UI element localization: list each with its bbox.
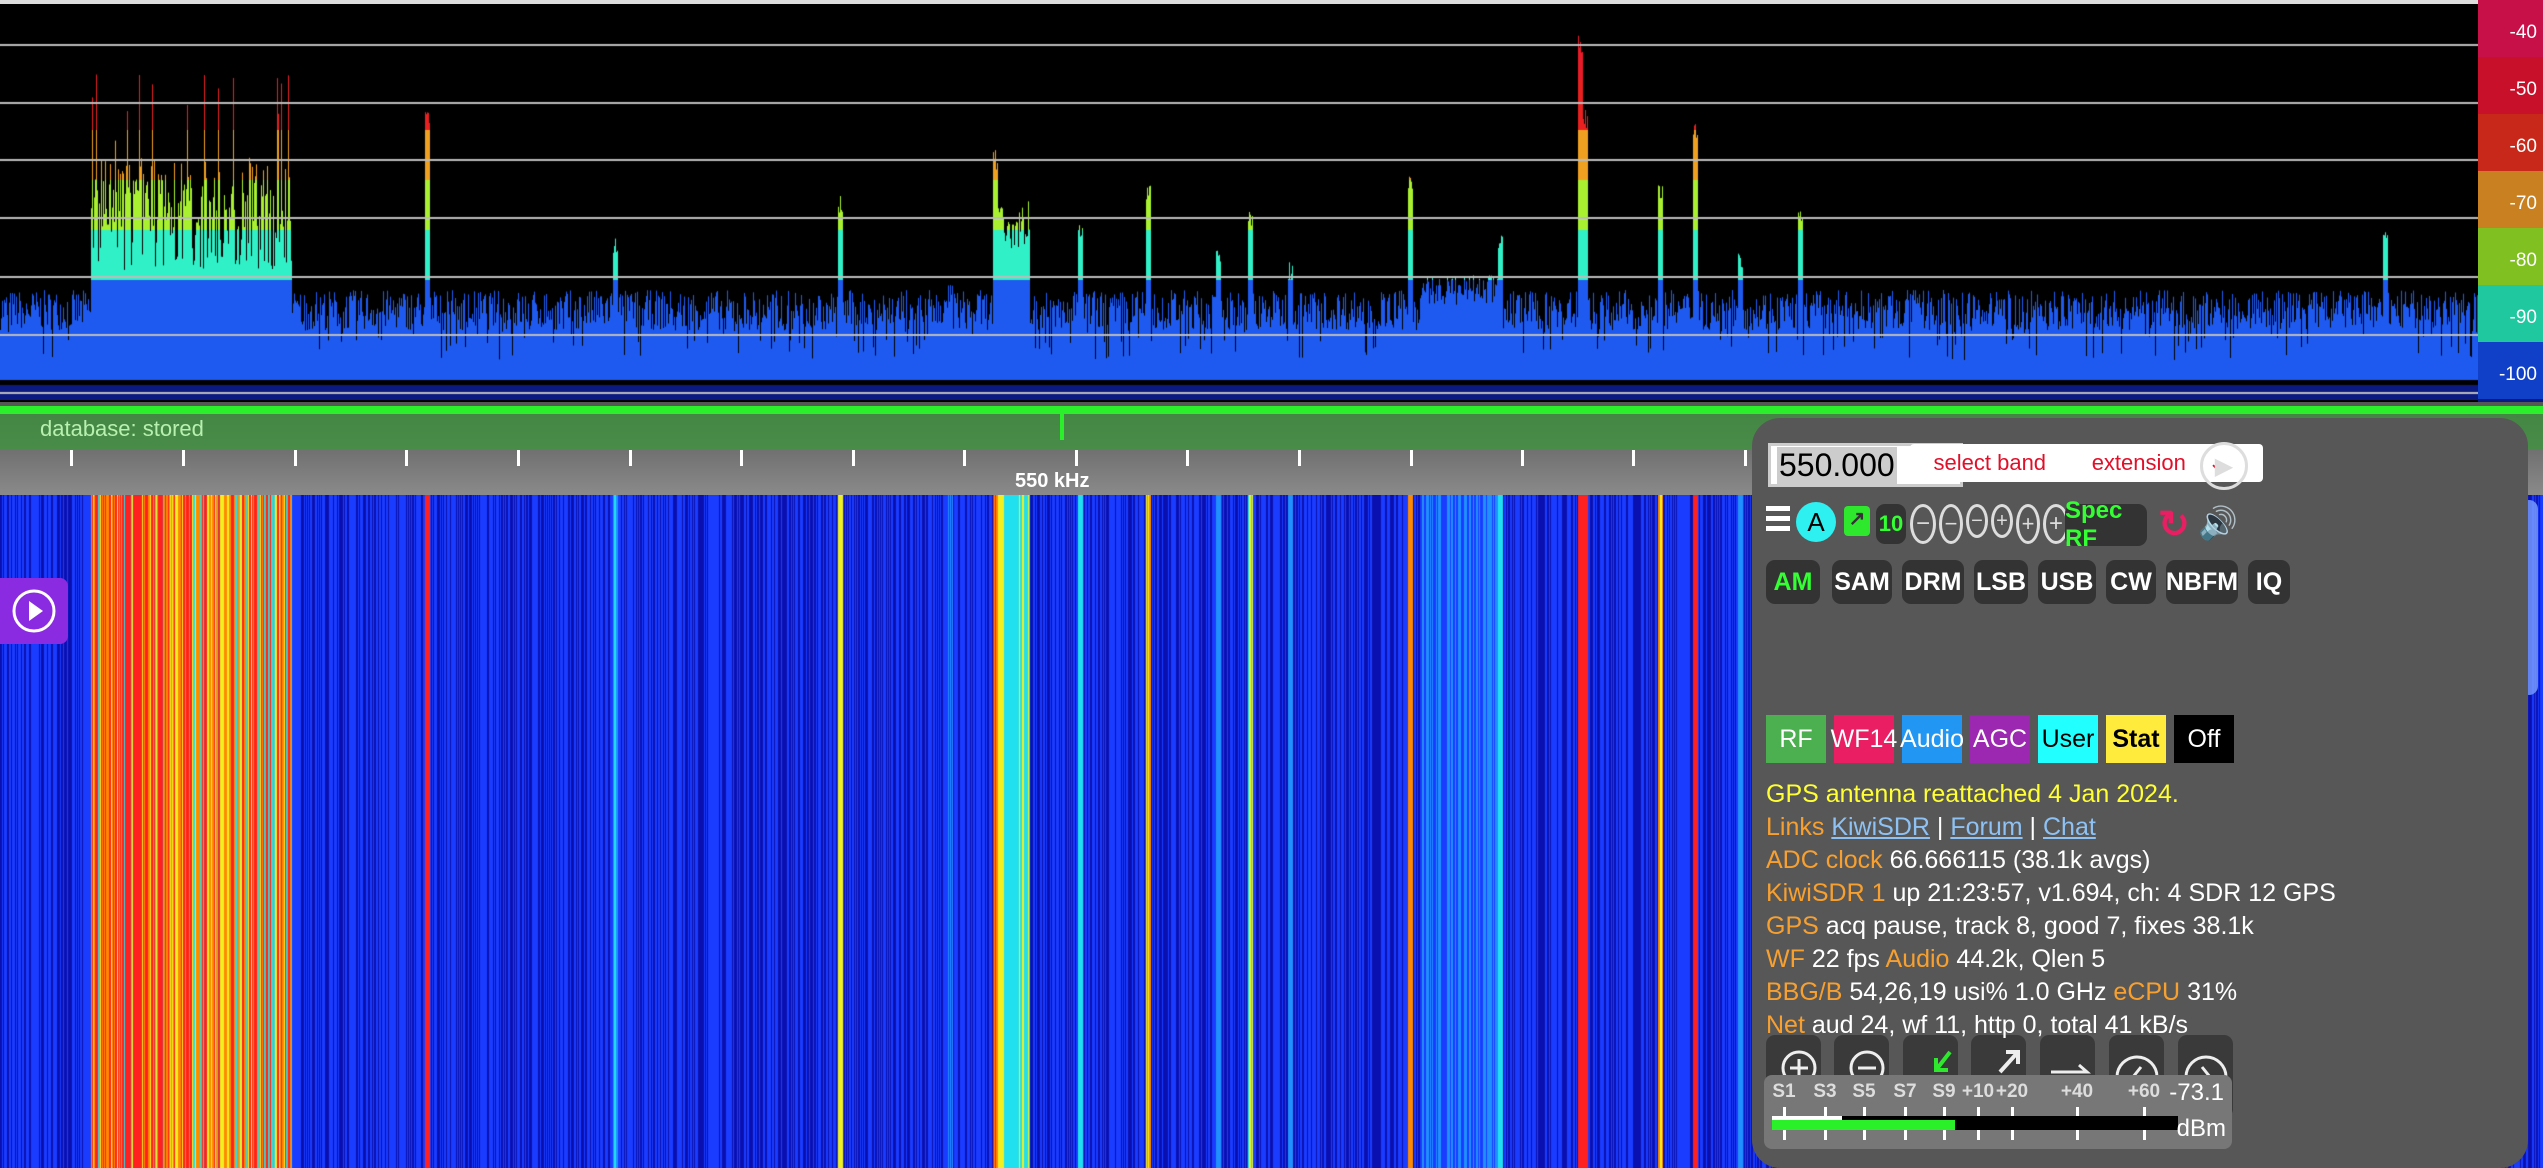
s-meter-label: S5 — [1852, 1081, 1876, 1102]
db-colorbar: -40-50-60-70-80-90-100-110 — [2478, 0, 2543, 456]
s-meter-label: +10 — [1961, 1081, 1995, 1102]
separator: | — [2029, 813, 2037, 841]
wf-value: 22 fps — [1811, 945, 1880, 973]
speaker-icon[interactable]: 🔊 — [2198, 504, 2238, 542]
scale-tick — [1075, 450, 1078, 466]
band-bar[interactable] — [0, 406, 2543, 414]
ecpu-value: 31% — [2187, 978, 2238, 1006]
scale-tick — [294, 450, 297, 466]
zoom-out-max-icon[interactable]: − — [1910, 504, 1936, 544]
mode-iq-button[interactable]: IQ — [2248, 560, 2290, 604]
s-meter-label: S7 — [1893, 1081, 1917, 1102]
tab-stat[interactable]: Stat — [2106, 715, 2166, 763]
tab-rf[interactable]: RF — [1766, 715, 1826, 763]
play-button[interactable]: ▶ — [2200, 442, 2248, 490]
audio-value: 44.2k, Qlen 5 — [1956, 945, 2106, 973]
adc-label: ADC clock — [1766, 846, 1883, 874]
gps-value: acq pause, track 8, good 7, fixes 38.1k — [1825, 912, 2254, 940]
tab-wf14[interactable]: WF14 — [1831, 715, 1897, 763]
scale-tick — [405, 450, 408, 466]
scale-tick — [1632, 450, 1635, 466]
mode-sam-button[interactable]: SAM — [1832, 560, 1892, 604]
colorbar-label: -50 — [2509, 79, 2537, 100]
tuning-marker[interactable] — [1060, 414, 1064, 440]
mode-lsb-button[interactable]: LSB — [1974, 560, 2028, 604]
scale-tick — [1186, 450, 1189, 466]
scale-tick — [740, 450, 743, 466]
colorbar-label: -80 — [2509, 250, 2537, 271]
scale-tick — [1410, 450, 1413, 466]
signal-value: -73.1 — [2169, 1079, 2224, 1106]
spectrum-display[interactable] — [0, 0, 2478, 400]
colorbar-label: -70 — [2509, 193, 2537, 214]
colorbar-label: -40 — [2509, 22, 2537, 43]
colorbar-label: -60 — [2509, 136, 2537, 157]
spectrum-top-border — [0, 0, 2478, 4]
waterfall-play-button[interactable] — [0, 578, 68, 644]
play-icon: ▶ — [2214, 452, 2234, 480]
tab-audio[interactable]: Audio — [1900, 715, 1964, 763]
s-meter: S1 S3 S5 S7 S9 +10 +20 +40 +60 -73.1 dBm — [1764, 1075, 2232, 1149]
s-meter-label: +40 — [2060, 1081, 2094, 1102]
zoom-out-icon[interactable]: − — [1939, 504, 1963, 544]
separator: | — [1936, 813, 1944, 841]
center-frequency-label: 550 kHz — [1015, 470, 1090, 492]
scale-tick — [1521, 450, 1524, 466]
kiwi-label: KiwiSDR 1 — [1766, 879, 1886, 907]
s-meter-fill — [1772, 1120, 1955, 1130]
scale-tick — [517, 450, 520, 466]
s-meter-label: S1 — [1772, 1081, 1796, 1102]
kiwi-value: up 21:23:57, v1.694, ch: 4 SDR 12 GPS — [1892, 879, 2336, 907]
ecpu-label: eCPU — [2113, 978, 2181, 1006]
menu-icon[interactable] — [1766, 504, 1790, 532]
colorbar-label: -100 — [2498, 364, 2537, 385]
tab-user[interactable]: User — [2038, 715, 2098, 763]
control-panel: 550.000 select band⌄ extension⌄ ▶ A ↗ 10… — [1752, 418, 2528, 1168]
colorbar-label: -90 — [2509, 307, 2537, 328]
s-meter-label: S3 — [1813, 1081, 1837, 1102]
scale-tick — [70, 450, 73, 466]
signal-unit: dBm — [2176, 1115, 2226, 1142]
s-meter-label: S9 — [1932, 1081, 1956, 1102]
user-avatar[interactable]: A — [1796, 502, 1836, 542]
refresh-icon[interactable]: ↻ — [2158, 502, 2190, 547]
scale-tick — [629, 450, 632, 466]
net-value: aud 24, wf 11, http 0, total 41 kB/s — [1811, 1011, 2189, 1039]
net-label: Net — [1766, 1011, 1805, 1039]
mode-am-button[interactable]: AM — [1766, 560, 1820, 604]
zoom-in-icon[interactable]: + — [2016, 504, 2040, 544]
wf-label: WF — [1766, 945, 1805, 973]
gps-label: GPS — [1766, 912, 1819, 940]
chat-link[interactable]: Chat — [2043, 813, 2096, 841]
s-meter-label: +60 — [2127, 1081, 2161, 1102]
mode-usb-button[interactable]: USB — [2038, 560, 2096, 604]
zoom-level[interactable]: 10 — [1876, 504, 1906, 544]
zoom-step-buttons: − − − + + + — [1910, 504, 2069, 544]
database-status: database: stored — [40, 416, 204, 441]
scale-tick — [182, 450, 185, 466]
adc-value: 66.666115 (38.1k avgs) — [1889, 846, 2151, 874]
mode-nbfm-button[interactable]: NBFM — [2166, 560, 2238, 604]
spec-rf-button[interactable]: Spec RF — [2065, 497, 2147, 552]
tab-agc[interactable]: AGC — [1970, 715, 2030, 763]
links-label: Links — [1766, 813, 1825, 841]
popout-icon[interactable]: ↗ — [1844, 506, 1870, 536]
tab-off[interactable]: Off — [2174, 715, 2234, 763]
forum-link[interactable]: Forum — [1950, 813, 2022, 841]
zoom-in-small-icon[interactable]: + — [1991, 504, 2013, 538]
notice-text: GPS antenna reattached 4 Jan 2024. — [1766, 780, 2179, 808]
kiwisdr-link[interactable]: KiwiSDR — [1831, 813, 1930, 841]
scale-tick — [852, 450, 855, 466]
bbg-label: BBG/B — [1766, 978, 1843, 1006]
scale-tick — [963, 450, 966, 466]
mode-drm-button[interactable]: DRM — [1902, 560, 1964, 604]
play-icon — [12, 589, 56, 633]
zoom-out-small-icon[interactable]: − — [1966, 504, 1988, 538]
s-meter-label: +20 — [1995, 1081, 2029, 1102]
mode-cw-button[interactable]: CW — [2106, 560, 2156, 604]
audio-label: Audio — [1885, 945, 1950, 973]
bbg-value: 54,26,19 usi% 1.0 GHz — [1849, 978, 2107, 1006]
scale-tick — [1744, 450, 1747, 466]
scale-tick — [1298, 450, 1301, 466]
